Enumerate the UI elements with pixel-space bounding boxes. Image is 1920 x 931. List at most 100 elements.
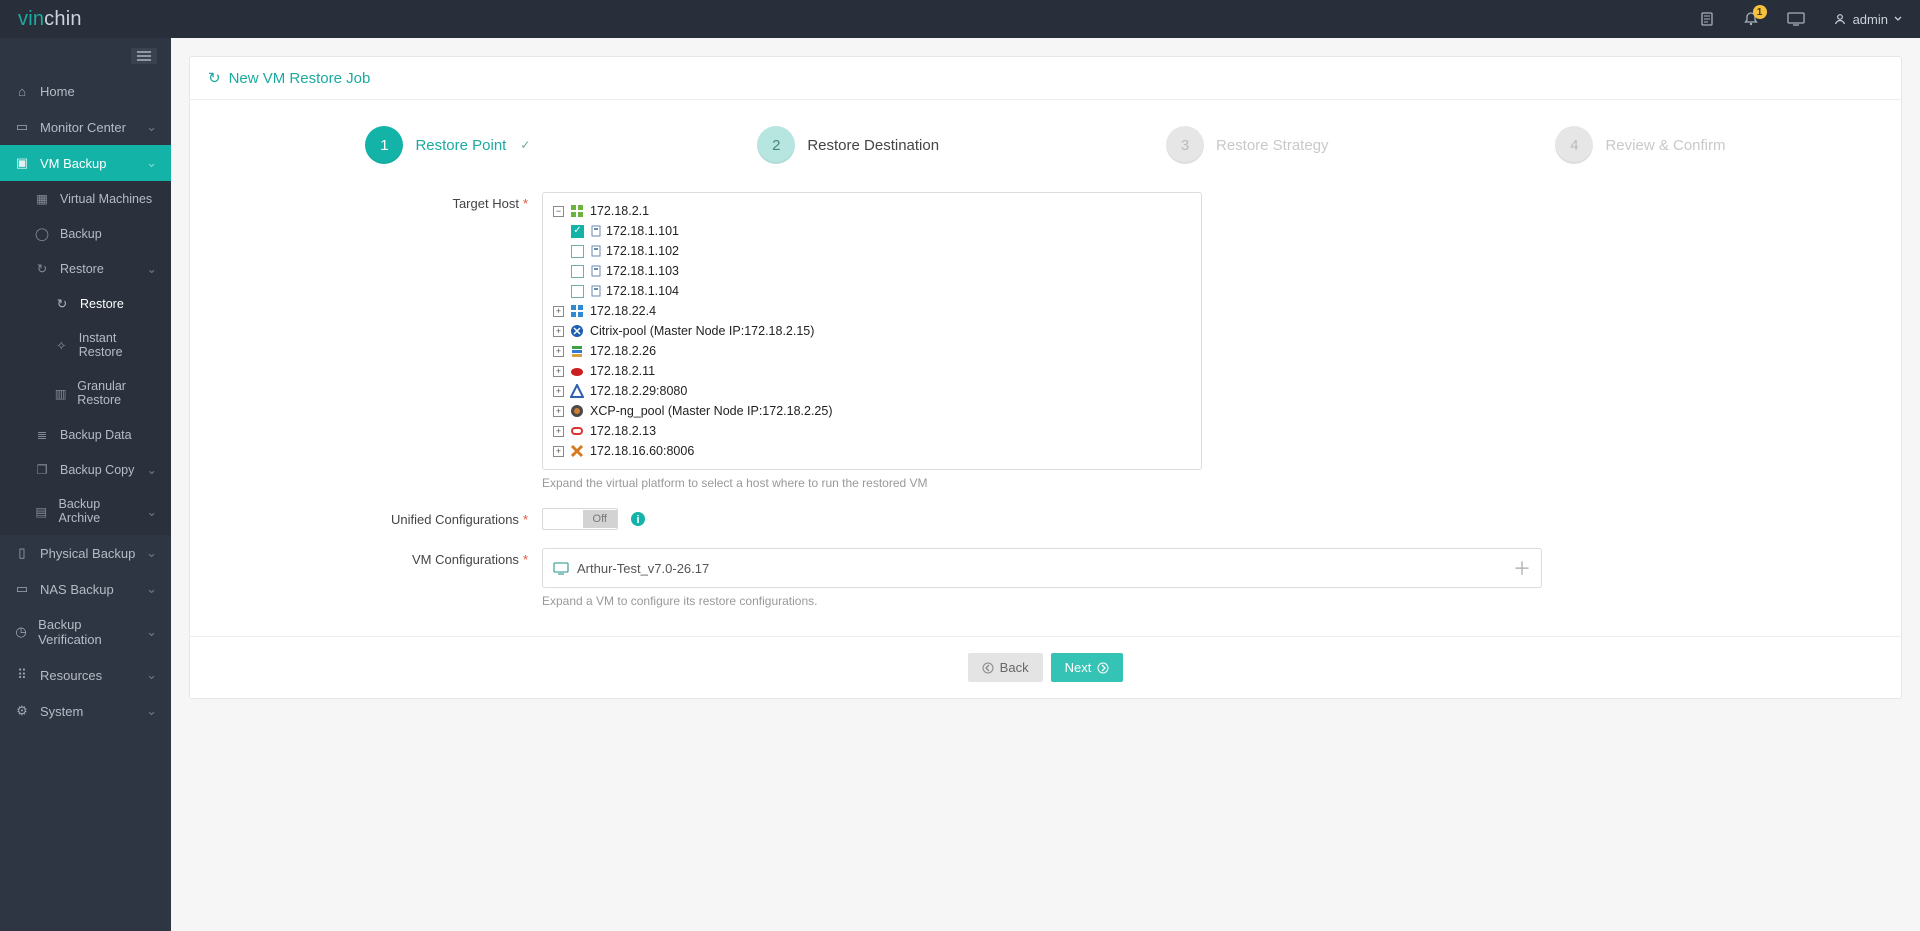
tree-expand-icon[interactable]: + — [553, 386, 564, 397]
chevron-down-icon: ⌄ — [146, 581, 157, 597]
brand-logo: vinchin — [18, 8, 82, 31]
chevron-down-icon — [1894, 15, 1902, 23]
tree-node-label: 172.18.1.104 — [606, 282, 679, 300]
tree-node-label: XCP-ng_pool (Master Node IP:172.18.2.25) — [590, 402, 833, 420]
sidebar: ⌂ Home ▭ Monitor Center ⌄ ▣ VM Backup ⌄ … — [0, 38, 171, 931]
vm-config-row[interactable]: Arthur-Test_v7.0-26.17 ＋ — [542, 548, 1542, 588]
tree-node-label: 172.18.1.102 — [606, 242, 679, 260]
next-button[interactable]: Next — [1051, 653, 1124, 682]
grid-icon: ▦ — [34, 191, 50, 206]
tree-expand-icon[interactable]: + — [553, 426, 564, 437]
tree-expand-icon[interactable]: + — [553, 346, 564, 357]
vm-config-label: VM Configurations* — [212, 548, 542, 608]
button-label: Back — [1000, 660, 1029, 675]
check-icon: ✓ — [520, 138, 530, 152]
arrow-right-icon — [1097, 662, 1109, 674]
clock-icon: ◷ — [14, 624, 28, 640]
sidebar-item-label: Backup Data — [60, 428, 132, 442]
tree-checkbox[interactable] — [571, 225, 584, 238]
chevron-down-icon: ⌄ — [146, 703, 157, 719]
sidebar-item-monitor-center[interactable]: ▭ Monitor Center ⌄ — [0, 109, 171, 145]
vm-icon — [553, 561, 569, 575]
sidebar-item-label: Restore — [80, 297, 124, 311]
user-label: admin — [1853, 12, 1888, 27]
bell-icon[interactable]: 1 — [1743, 11, 1759, 27]
host-icon — [590, 264, 602, 278]
target-host-tree[interactable]: − 172.18.2.1 172.18.1.101 — [542, 192, 1202, 470]
step-restore-destination[interactable]: 2 Restore Destination — [757, 126, 939, 164]
sidebar-item-backup-verification[interactable]: ◷ Backup Verification ⌄ — [0, 607, 171, 657]
refresh-icon: ↻ — [208, 69, 221, 87]
tree-expand-icon[interactable]: + — [553, 306, 564, 317]
sidebar-item-virtual-machines[interactable]: ▦ Virtual Machines — [0, 181, 171, 216]
vm-icon: ▣ — [14, 155, 30, 171]
step-label: Restore Destination — [807, 137, 939, 154]
chevron-down-icon: ⌄ — [147, 462, 157, 477]
sidebar-item-backup-archive[interactable]: ▤ Backup Archive ⌄ — [0, 487, 171, 535]
db-icon: ≣ — [34, 427, 50, 442]
tree-checkbox[interactable] — [571, 265, 584, 278]
tree-expand-icon[interactable]: + — [553, 366, 564, 377]
tree-node-label: 172.18.1.101 — [606, 222, 679, 240]
unified-config-toggle[interactable]: Off — [542, 508, 618, 530]
svg-text:i: i — [636, 514, 639, 526]
sidebar-item-label: NAS Backup — [40, 582, 114, 597]
sidebar-item-system[interactable]: ⚙ System ⌄ — [0, 693, 171, 729]
sidebar-item-backup[interactable]: ◯ Backup — [0, 216, 171, 251]
refresh-icon: ↻ — [34, 261, 50, 276]
clipboard-icon[interactable] — [1699, 11, 1715, 27]
oracle-icon — [570, 424, 584, 438]
tree-checkbox[interactable] — [571, 285, 584, 298]
sidebar-item-vm-backup[interactable]: ▣ VM Backup ⌄ — [0, 145, 171, 181]
sidebar-item-backup-data[interactable]: ≣ Backup Data — [0, 417, 171, 452]
grid-icon: ▥ — [54, 386, 67, 401]
chevron-down-icon: ⌄ — [147, 504, 157, 519]
tree-566611751: 172.18.22.4 — [590, 302, 656, 320]
sidebar-item-home[interactable]: ⌂ Home — [0, 74, 171, 109]
sidebar-item-granular-restore[interactable]: ▥ Granular Restore — [0, 369, 171, 417]
nas-icon: ▭ — [14, 581, 30, 597]
sidebar-item-instant-restore[interactable]: ✧ Instant Restore — [0, 321, 171, 369]
chevron-down-icon: ⌄ — [146, 155, 157, 171]
chevron-down-icon: ⌄ — [146, 119, 157, 135]
target-host-help: Expand the virtual platform to select a … — [542, 476, 1552, 490]
display-icon[interactable] — [1787, 11, 1805, 27]
vm-config-help: Expand a VM to configure its restore con… — [542, 594, 1552, 608]
sidebar-item-label: Resources — [40, 668, 102, 683]
page-title: New VM Restore Job — [229, 70, 371, 87]
sidebar-item-restore[interactable]: ↻ Restore ⌄ — [0, 251, 171, 286]
back-button[interactable]: Back — [968, 653, 1043, 682]
step-review-confirm: 4 Review & Confirm — [1555, 126, 1725, 164]
sidebar-item-resources[interactable]: ⠿ Resources ⌄ — [0, 657, 171, 693]
monitor-icon: ▭ — [14, 119, 30, 135]
sidebar-item-nas-backup[interactable]: ▭ NAS Backup ⌄ — [0, 571, 171, 607]
sidebar-item-backup-copy[interactable]: ❐ Backup Copy ⌄ — [0, 452, 171, 487]
sidebar-toggle-button[interactable] — [131, 48, 157, 64]
sidebar-item-label: Restore — [60, 262, 104, 276]
unified-config-label: Unified Configurations* — [212, 508, 542, 530]
expand-icon[interactable]: ＋ — [1513, 555, 1531, 581]
copy-icon: ❐ — [34, 462, 50, 477]
home-icon: ⌂ — [14, 84, 30, 99]
step-restore-point[interactable]: 1 Restore Point ✓ — [365, 126, 530, 164]
chevron-down-icon: ⌄ — [146, 667, 157, 683]
tree-expand-icon[interactable]: + — [553, 326, 564, 337]
tree-expand-icon[interactable]: + — [553, 446, 564, 457]
host-icon — [590, 224, 602, 238]
sidebar-item-label: Virtual Machines — [60, 192, 152, 206]
notification-badge: 1 — [1753, 5, 1767, 19]
tree-checkbox[interactable] — [571, 245, 584, 258]
flash-icon: ✧ — [54, 338, 69, 353]
sidebar-item-physical-backup[interactable]: ▯ Physical Backup ⌄ — [0, 535, 171, 571]
tree-expand-icon[interactable]: + — [553, 406, 564, 417]
info-icon[interactable]: i — [630, 511, 646, 527]
tree-collapse-icon[interactable]: − — [553, 206, 564, 217]
user-menu[interactable]: admin — [1833, 12, 1902, 27]
chevron-down-icon: ⌄ — [147, 261, 157, 276]
sidebar-item-restore-job[interactable]: ↻ Restore — [0, 286, 171, 321]
archive-icon: ▤ — [34, 504, 48, 519]
step-number: 4 — [1555, 126, 1593, 164]
sidebar-item-label: Home — [40, 84, 75, 99]
vm-config-name: Arthur-Test_v7.0-26.17 — [577, 561, 709, 576]
redhat-icon — [570, 364, 584, 378]
